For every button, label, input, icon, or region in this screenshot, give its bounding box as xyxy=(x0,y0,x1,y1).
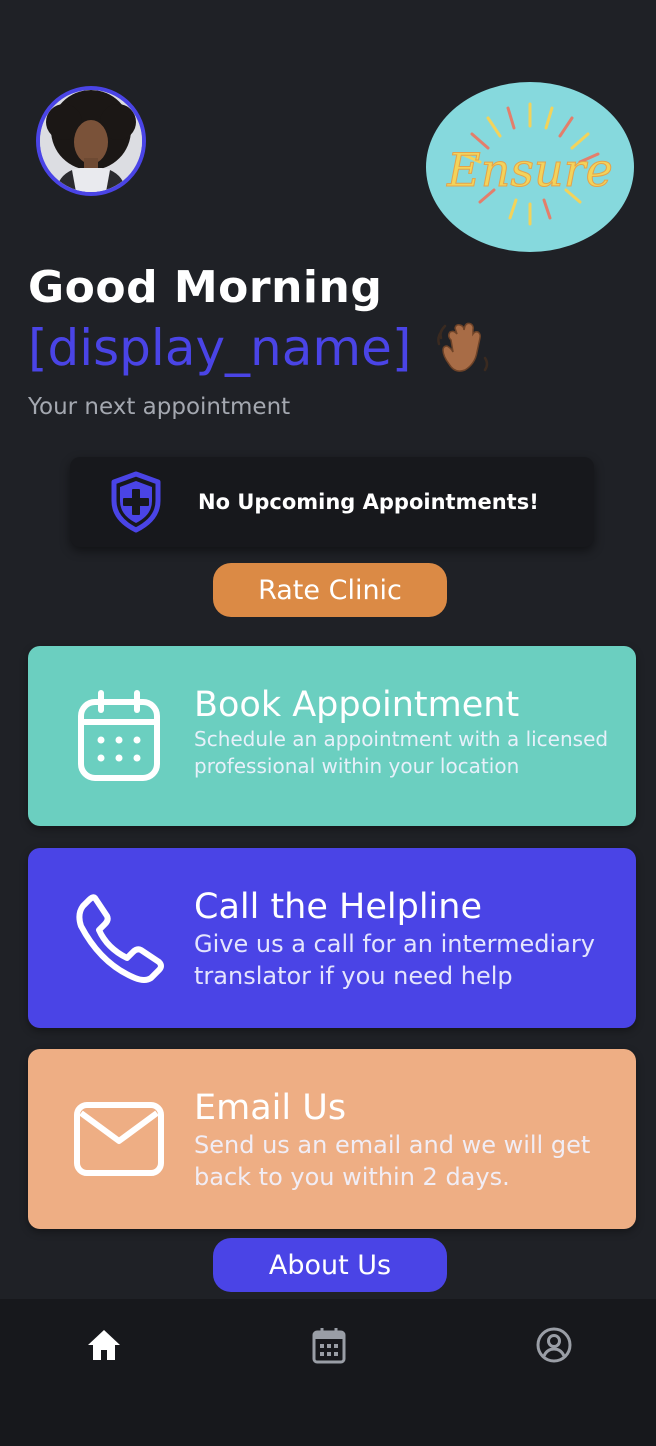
calendar-icon xyxy=(78,690,160,781)
appointment-status: No Upcoming Appointments! xyxy=(198,490,539,514)
profile-icon xyxy=(536,1327,572,1363)
email-us-card[interactable]: Email Us Send us an email and we will ge… xyxy=(28,1049,636,1229)
bottom-tab-bar xyxy=(0,1299,656,1446)
card-title: Book Appointment xyxy=(194,685,520,725)
card-description: Give us a call for an intermediary trans… xyxy=(194,930,595,990)
card-title: Email Us xyxy=(194,1088,347,1128)
tab-profile[interactable] xyxy=(532,1323,576,1367)
card-description: Send us an email and we will get back to… xyxy=(194,1131,591,1191)
mail-icon xyxy=(74,1102,164,1176)
rate-clinic-button[interactable]: Rate Clinic xyxy=(213,563,447,617)
next-appointment-label: Your next appointment xyxy=(28,394,291,420)
calendar-icon xyxy=(312,1328,346,1364)
about-us-button[interactable]: About Us xyxy=(213,1238,447,1292)
user-avatar[interactable] xyxy=(36,86,146,196)
logo-text: Ensure xyxy=(446,143,613,197)
card-title: Call the Helpline xyxy=(194,887,482,927)
user-photo xyxy=(40,90,142,192)
display-name: [display_name] xyxy=(28,319,412,377)
tab-calendar[interactable] xyxy=(307,1323,351,1367)
tab-home[interactable] xyxy=(82,1323,126,1367)
call-helpline-card[interactable]: Call the Helpline Give us a call for an … xyxy=(28,848,636,1028)
ensure-logo: Ensure xyxy=(426,82,634,252)
shield-plus-icon xyxy=(111,471,161,533)
greeting: Good Morning xyxy=(28,262,383,313)
card-description: Schedule an appointment with a licensed … xyxy=(194,727,609,778)
home-icon xyxy=(88,1330,120,1360)
upcoming-appointment-card: No Upcoming Appointments! xyxy=(70,457,594,547)
phone-icon xyxy=(76,894,164,983)
waving-hand-icon xyxy=(437,322,489,372)
book-appointment-card[interactable]: Book Appointment Schedule an appointment… xyxy=(28,646,636,826)
